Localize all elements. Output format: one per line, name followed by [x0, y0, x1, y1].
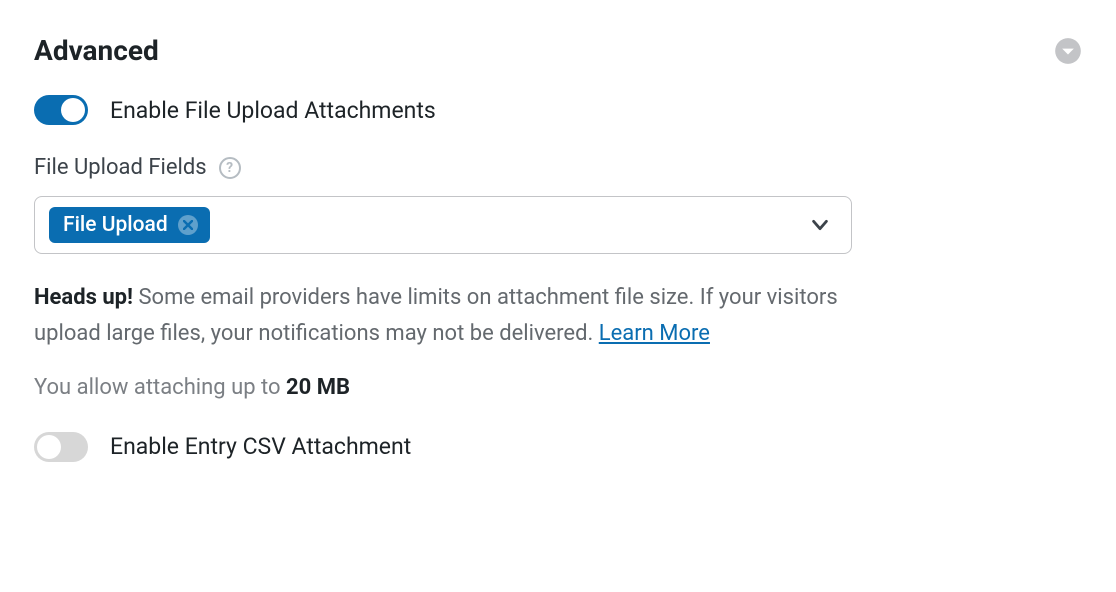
limit-size: 20 MB — [286, 375, 350, 400]
limit-prefix: You allow attaching up to — [34, 375, 286, 400]
toggle-knob — [61, 98, 85, 122]
collapse-icon[interactable] — [1054, 37, 1082, 65]
chip-remove-icon[interactable] — [178, 215, 198, 235]
notice-bold: Heads up! — [34, 285, 133, 310]
select-chip: File Upload — [49, 207, 210, 243]
attachment-limit-text: You allow attaching up to 20 MB — [34, 375, 1082, 400]
help-icon[interactable]: ? — [219, 157, 241, 179]
enable-entry-csv-attachment-toggle[interactable] — [34, 432, 88, 462]
enable-file-upload-attachments-toggle[interactable] — [34, 95, 88, 125]
file-upload-fields-select[interactable]: File Upload — [34, 196, 852, 254]
toggle-knob — [37, 435, 61, 459]
chevron-down-icon — [809, 214, 831, 236]
notice-body: Some email providers have limits on atta… — [34, 285, 838, 346]
section-title: Advanced — [34, 34, 159, 67]
file-upload-fields-label: File Upload Fields — [34, 155, 207, 180]
learn-more-link[interactable]: Learn More — [599, 321, 710, 346]
enable-file-upload-attachments-label: Enable File Upload Attachments — [110, 97, 436, 124]
notice-text: Heads up! Some email providers have limi… — [34, 280, 864, 353]
chip-label: File Upload — [63, 213, 168, 237]
enable-entry-csv-attachment-label: Enable Entry CSV Attachment — [110, 433, 411, 460]
